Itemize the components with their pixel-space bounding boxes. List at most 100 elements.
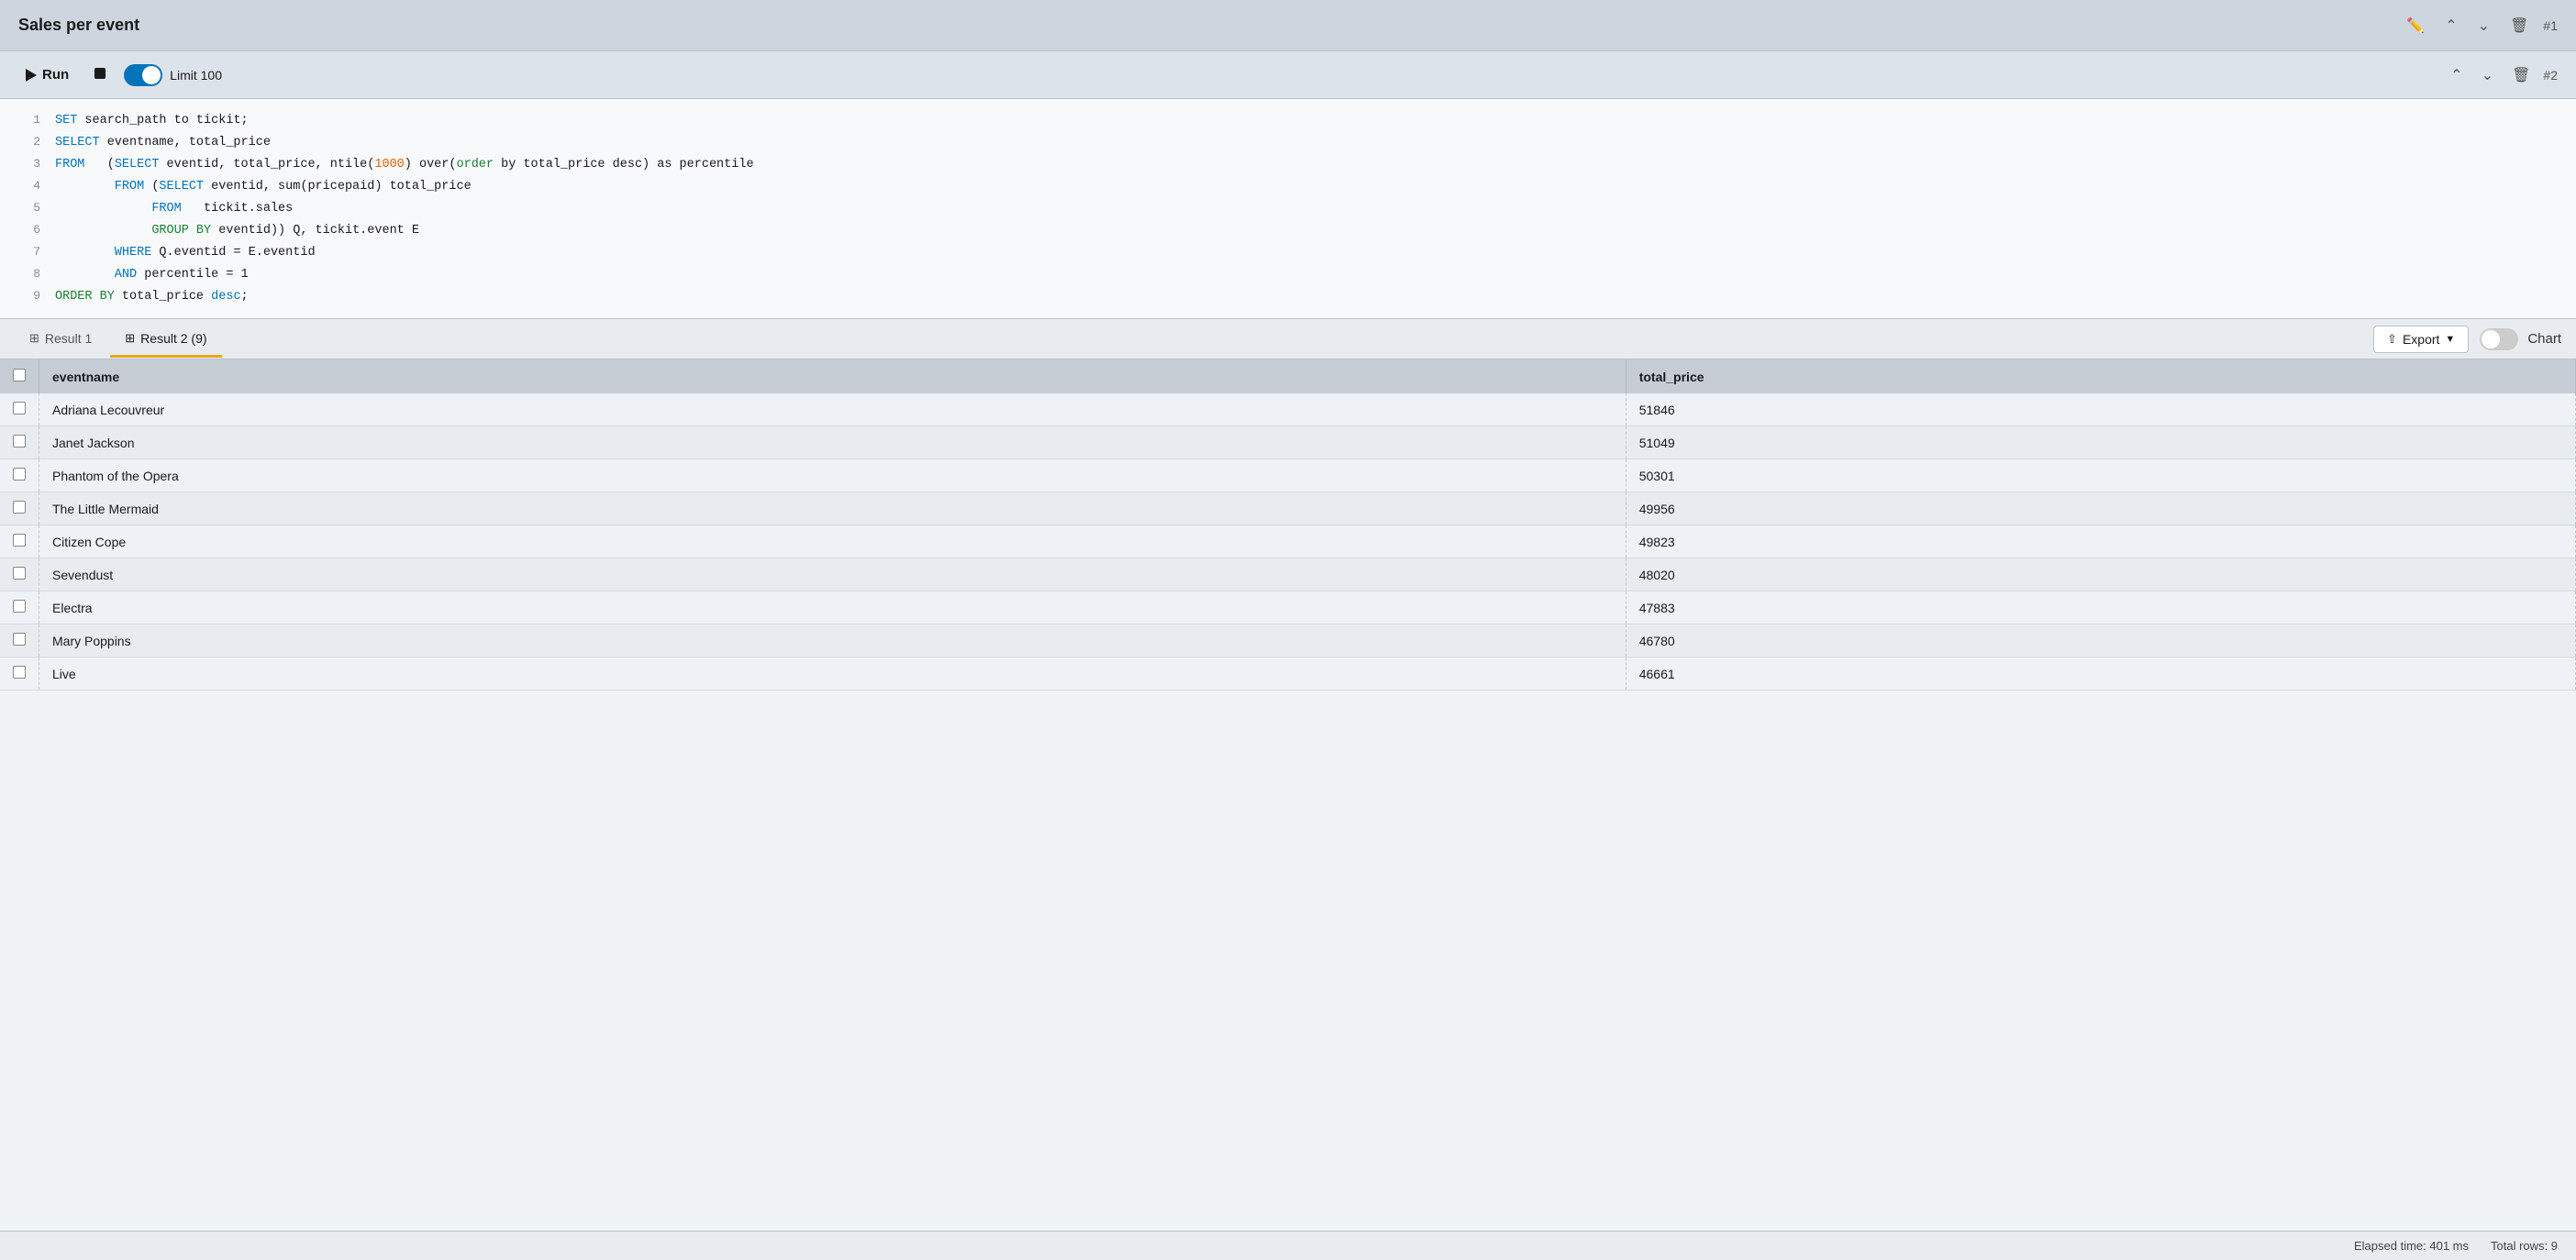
code-content: GROUP BY eventid)) Q, tickit.event E (55, 221, 419, 242)
total-price-cell: 51049 (1626, 426, 2575, 459)
status-bar: Elapsed time: 401 ms Total rows: 9 (0, 1231, 2576, 1260)
row-checkbox[interactable] (13, 633, 26, 646)
row-select-cell[interactable] (0, 624, 39, 658)
table-row: Citizen Cope49823 (0, 525, 2576, 558)
chart-toggle[interactable] (2480, 328, 2518, 350)
row-select-cell[interactable] (0, 426, 39, 459)
tab-result1[interactable]: ⊞ Result 1 (15, 322, 106, 358)
tab-label: Result 1 (45, 331, 92, 346)
row-checkbox[interactable] (13, 468, 26, 481)
eventname-cell: Sevendust (39, 558, 1627, 591)
code-line: 4 FROM (SELECT eventid, sum(pricepaid) t… (0, 176, 2576, 198)
tabs-right: ⇧ Export ▼ Chart (2373, 326, 2561, 353)
row-select-cell[interactable] (0, 459, 39, 492)
play-icon (26, 69, 37, 82)
chart-label: Chart (2527, 331, 2561, 347)
toolbar-collapse-down-button[interactable]: ⌄ (2476, 62, 2499, 88)
app-container: Sales per event ✏️ ⌃ ⌄ 🗑 #1 Run Limit 10… (0, 0, 2576, 1260)
total-price-cell: 48020 (1626, 558, 2575, 591)
select-all-checkbox[interactable] (13, 369, 26, 381)
col-eventname: eventname (39, 359, 1627, 393)
line-number: 7 (15, 242, 40, 262)
toolbar-delete-button[interactable]: 🗑 (2506, 62, 2536, 88)
code-content: ORDER BY total_price desc; (55, 287, 249, 308)
table-row: Sevendust48020 (0, 558, 2576, 591)
row-checkbox[interactable] (13, 435, 26, 448)
code-editor[interactable]: 1SET search_path to tickit;2SELECT event… (0, 99, 2576, 319)
row-select-cell[interactable] (0, 658, 39, 691)
tabs-left: ⊞ Result 1 ⊞Result 2 (9) (15, 322, 222, 357)
results-table: eventname total_price Adriana Lecouvreur… (0, 359, 2576, 691)
toolbar: Run Limit 100 ⌃ ⌄ 🗑 #2 (0, 51, 2576, 99)
limit-toggle[interactable] (124, 64, 162, 86)
code-content: WHERE Q.eventid = E.eventid (55, 243, 316, 264)
edit-button[interactable]: ✏️ (2401, 13, 2430, 39)
line-number: 2 (15, 132, 40, 152)
title-bar: Sales per event ✏️ ⌃ ⌄ 🗑 #1 (0, 0, 2576, 51)
total-price-cell: 49956 (1626, 492, 2575, 525)
code-content: AND percentile = 1 (55, 265, 249, 286)
line-number: 1 (15, 110, 40, 130)
line-number: 6 (15, 220, 40, 240)
title-badge: #1 (2543, 18, 2558, 33)
tab-result2[interactable]: ⊞Result 2 (9) (110, 322, 221, 358)
title-actions: ✏️ ⌃ ⌄ 🗑 #1 (2401, 13, 2558, 39)
code-line: 2SELECT eventname, total_price (0, 132, 2576, 154)
line-number: 8 (15, 264, 40, 284)
eventname-cell: Janet Jackson (39, 426, 1627, 459)
row-select-cell[interactable] (0, 492, 39, 525)
table-row: Electra47883 (0, 591, 2576, 624)
code-line: 1SET search_path to tickit; (0, 110, 2576, 132)
run-label: Run (42, 67, 69, 83)
eventname-cell: Citizen Cope (39, 525, 1627, 558)
row-checkbox[interactable] (13, 666, 26, 679)
eventname-cell: Phantom of the Opera (39, 459, 1627, 492)
code-content: FROM (SELECT eventid, total_price, ntile… (55, 155, 754, 176)
export-button[interactable]: ⇧ Export ▼ (2373, 326, 2469, 353)
row-checkbox[interactable] (13, 501, 26, 514)
export-label: Export (2403, 332, 2439, 347)
row-checkbox[interactable] (13, 534, 26, 547)
code-line: 5 FROM tickit.sales (0, 198, 2576, 220)
chart-toggle-wrapper: Chart (2480, 328, 2561, 350)
code-line: 3 FROM (SELECT eventid, total_price, ntil… (0, 154, 2576, 176)
table-row: Mary Poppins46780 (0, 624, 2576, 658)
table-header-row: eventname total_price (0, 359, 2576, 393)
tab-label: Result 2 (9) (140, 331, 206, 346)
toolbar-collapse-up-button[interactable]: ⌃ (2445, 62, 2468, 88)
row-select-cell[interactable] (0, 393, 39, 426)
collapse-up-button[interactable]: ⌃ (2439, 13, 2462, 39)
row-select-cell[interactable] (0, 525, 39, 558)
total-price-cell: 49823 (1626, 525, 2575, 558)
elapsed-time: Elapsed time: 401 ms (2354, 1239, 2469, 1253)
code-content: FROM tickit.sales (55, 199, 293, 220)
row-checkbox[interactable] (13, 402, 26, 414)
line-number: 4 (15, 176, 40, 196)
eventname-cell: The Little Mermaid (39, 492, 1627, 525)
table-row: The Little Mermaid49956 (0, 492, 2576, 525)
row-checkbox[interactable] (13, 567, 26, 580)
row-select-cell[interactable] (0, 558, 39, 591)
table-row: Live46661 (0, 658, 2576, 691)
page-title: Sales per event (18, 16, 139, 35)
tabs-bar: ⊞ Result 1 ⊞Result 2 (9) ⇧ Export ▼ Chart (0, 319, 2576, 359)
table-row: Janet Jackson51049 (0, 426, 2576, 459)
total-rows: Total rows: 9 (2491, 1239, 2558, 1253)
data-table-container[interactable]: eventname total_price Adriana Lecouvreur… (0, 359, 2576, 1231)
total-price-cell: 46780 (1626, 624, 2575, 658)
run-button[interactable]: Run (18, 63, 76, 86)
line-number: 3 (15, 154, 40, 174)
delete-button[interactable]: 🗑 (2504, 13, 2534, 39)
limit-label: Limit 100 (170, 68, 222, 83)
tab-icon: ⊞ (29, 331, 39, 346)
row-checkbox[interactable] (13, 600, 26, 613)
stop-button[interactable] (87, 64, 113, 85)
total-price-cell: 46661 (1626, 658, 2575, 691)
limit-toggle-wrapper: Limit 100 (124, 64, 222, 86)
export-chevron-icon: ▼ (2445, 334, 2455, 345)
row-select-cell[interactable] (0, 591, 39, 624)
table-row: Phantom of the Opera50301 (0, 459, 2576, 492)
collapse-down-button[interactable]: ⌄ (2472, 13, 2495, 39)
col-total-price: total_price (1626, 359, 2575, 393)
select-all-header[interactable] (0, 359, 39, 393)
